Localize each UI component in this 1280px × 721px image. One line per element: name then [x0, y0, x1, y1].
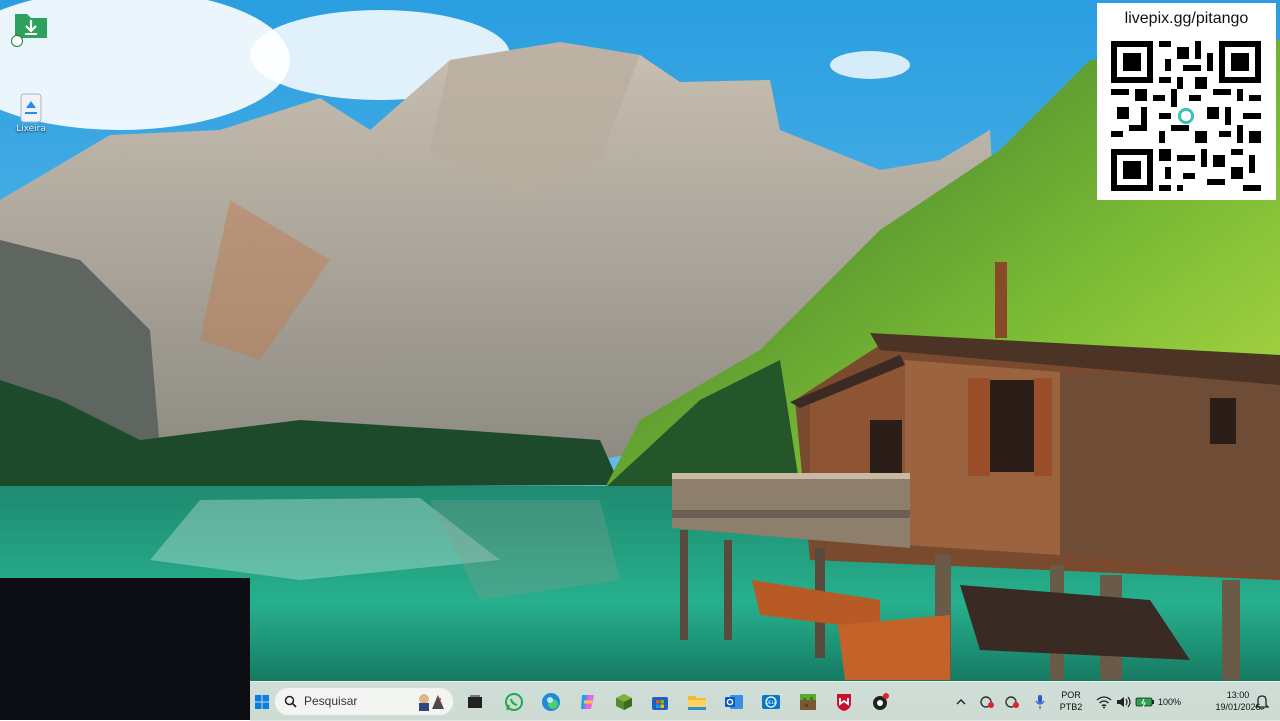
dell-icon: DELL: [762, 695, 780, 709]
taskbar-app-file-explorer[interactable]: [685, 690, 709, 714]
tray-app-2[interactable]: [1000, 690, 1024, 714]
input-language-indicator[interactable]: POR PTB2: [1056, 689, 1086, 713]
outlook-icon: [725, 695, 743, 709]
desktop-icon-label: Lixeira: [16, 124, 46, 134]
recycle-bin-icon: [20, 93, 42, 123]
wifi-icon: [1096, 696, 1112, 709]
desktop-icon-recycle-bin[interactable]: Lixeira: [8, 88, 54, 134]
tray-update-icon: [980, 696, 994, 708]
file-explorer-icon: [688, 696, 706, 710]
bell-icon: [1255, 695, 1269, 710]
keyboard-layout-label: PTB2: [1059, 702, 1083, 712]
task-view-button[interactable]: [463, 690, 487, 714]
edge-icon: [542, 693, 560, 711]
tray-app-1[interactable]: [975, 690, 999, 714]
taskbar-app-minecraft-launcher[interactable]: [612, 690, 636, 714]
check-badge-icon: [11, 35, 23, 47]
mcafee-icon: [837, 694, 851, 711]
tray-volume-button[interactable]: [1112, 690, 1136, 714]
tray-microphone-button[interactable]: [1028, 690, 1052, 714]
qr-donation-panel: livepix.gg/pitango: [1097, 3, 1276, 200]
qr-code-image: [1111, 41, 1261, 191]
windows-start-icon: [255, 695, 269, 709]
volume-icon: [1117, 696, 1131, 708]
taskbar-app-copilot[interactable]: [576, 690, 600, 714]
taskbar-app-recording[interactable]: [869, 690, 893, 714]
search-highlight-icon: [419, 694, 444, 711]
microsoft-store-icon: [652, 697, 668, 710]
notifications-button[interactable]: [1250, 690, 1274, 714]
taskbar-app-dell[interactable]: DELL: [759, 690, 783, 714]
taskbar-app-whatsapp[interactable]: [502, 690, 526, 714]
whatsapp-icon: [505, 693, 523, 711]
taskbar-app-outlook[interactable]: [722, 690, 746, 714]
taskbar-app-edge[interactable]: [539, 690, 563, 714]
minecraft-icon: [800, 694, 816, 710]
language-label: POR: [1061, 690, 1081, 700]
tray-overflow-button[interactable]: [949, 690, 973, 714]
copilot-icon: [581, 695, 594, 709]
taskbar: Pesquisar DELL POR PTB2 100% 13:00 19/01…: [250, 681, 1280, 721]
webcam-overlay-box: [0, 578, 250, 720]
tray-security-icon: [1005, 696, 1019, 708]
recording-icon: [873, 693, 889, 710]
taskbar-search-box[interactable]: Pesquisar: [274, 687, 454, 716]
microphone-icon: [1035, 695, 1045, 709]
tray-battery-button[interactable]: 100%: [1135, 690, 1191, 714]
minecraft-launcher-icon: [616, 694, 632, 710]
taskbar-app-microsoft-store[interactable]: [648, 690, 672, 714]
search-icon: [284, 695, 297, 708]
chevron-up-icon: [956, 699, 966, 705]
taskbar-app-minecraft[interactable]: [796, 690, 820, 714]
qr-url-text: livepix.gg/pitango: [1124, 10, 1249, 27]
taskbar-app-mcafee[interactable]: [832, 690, 856, 714]
task-view-icon: [468, 695, 482, 708]
battery-percent: 100%: [1158, 697, 1182, 707]
search-placeholder: Pesquisar: [304, 694, 358, 708]
start-button[interactable]: [250, 690, 274, 714]
battery-charging-icon: [1135, 697, 1154, 708]
svg-text:DELL: DELL: [765, 700, 777, 706]
